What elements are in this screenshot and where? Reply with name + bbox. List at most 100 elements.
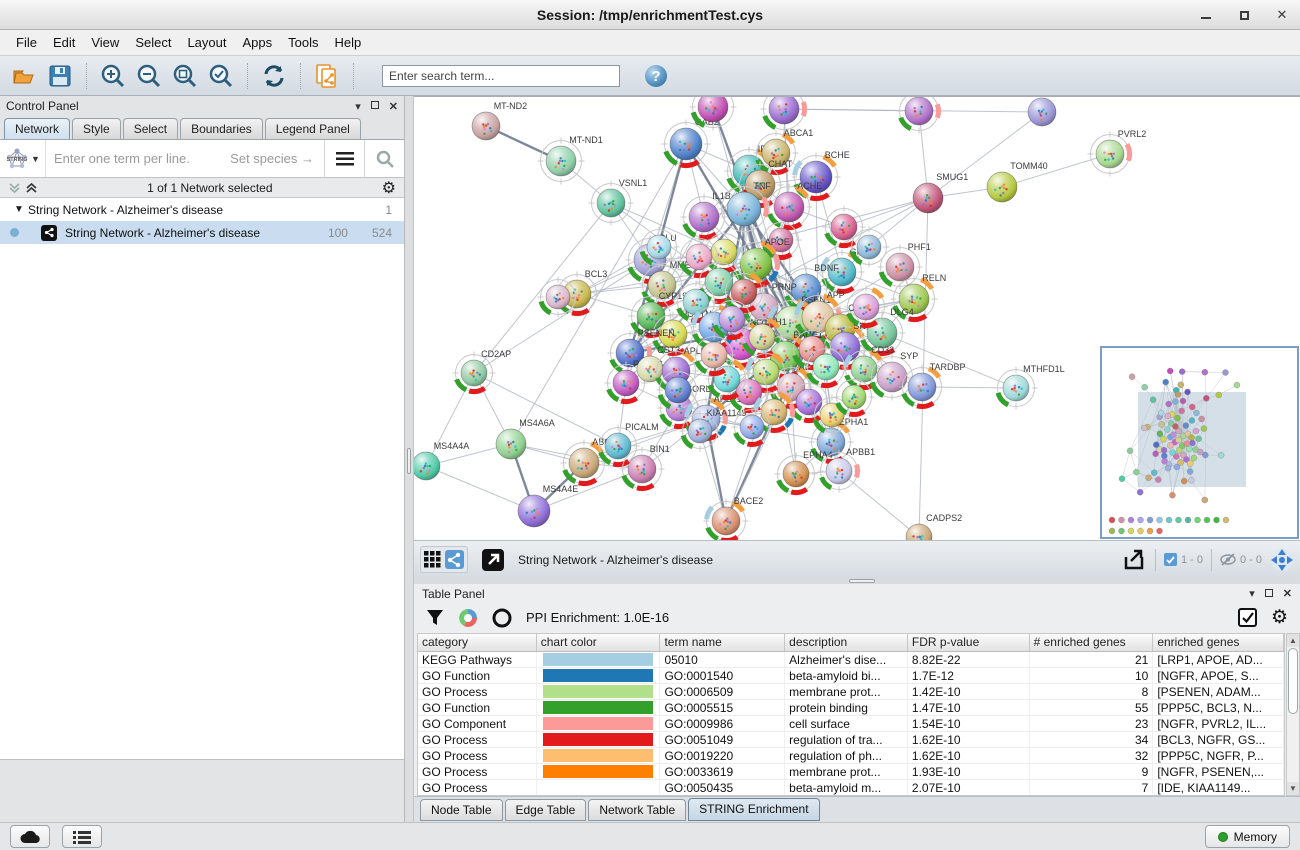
search-input[interactable] — [382, 65, 620, 87]
network-node-BACE2[interactable]: BACE2 — [704, 496, 764, 540]
maximize-button[interactable] — [1236, 7, 1252, 23]
network-node-CADPS2[interactable]: CADPS2 — [906, 513, 962, 540]
open-session-icon[interactable] — [10, 62, 38, 90]
network-from-file-icon[interactable] — [313, 62, 341, 90]
menu-edit[interactable]: Edit — [45, 32, 83, 53]
export-network-icon[interactable] — [1123, 549, 1147, 571]
network-node-PVRL2[interactable]: PVRL2 — [1088, 129, 1147, 177]
expand-all-icon[interactable] — [25, 181, 38, 195]
network-node-TARDBP[interactable]: TARDBP — [900, 362, 966, 410]
table-row[interactable]: GO FunctionGO:0001540beta-amyloid bi...1… — [418, 668, 1284, 684]
network-node-TOMM40[interactable]: TOMM40 — [987, 161, 1048, 202]
column-header-description[interactable]: description — [785, 634, 908, 651]
network-node-EPHA4[interactable]: EPHA4 — [775, 450, 833, 496]
tab-network-table[interactable]: Network Table — [588, 799, 686, 821]
column-header-FDR-p-value[interactable]: FDR p-value — [908, 634, 1030, 651]
help-icon[interactable]: ? — [642, 62, 670, 90]
float-panel-icon[interactable] — [371, 100, 379, 112]
tab-edge-table[interactable]: Edge Table — [505, 799, 587, 821]
string-logo-dropdown[interactable]: STRING ▼ — [0, 140, 46, 177]
table-row[interactable]: GO ProcessGO:0050435beta-amyloid m...2.0… — [418, 780, 1284, 796]
close-panel-icon[interactable]: ✕ — [1283, 587, 1292, 600]
tab-network[interactable]: Network — [4, 118, 70, 139]
network-node-MT-ND2[interactable]: MT-ND2 — [472, 101, 527, 140]
pie-chart-icon[interactable] — [458, 608, 478, 628]
column-header--enriched-genes[interactable]: # enriched genes — [1030, 634, 1154, 651]
network-node-VSNL1[interactable]: VSNL1 — [589, 178, 648, 226]
enrichment-table[interactable]: categorychart colorterm namedescriptionF… — [417, 633, 1285, 796]
ring-chart-icon[interactable] — [492, 608, 512, 628]
table-row[interactable]: GO ProcessGO:0033619membrane prot...1.93… — [418, 764, 1284, 780]
table-row[interactable]: GO ComponentGO:0009986cell surface1.54E-… — [418, 716, 1284, 732]
network-tree-row[interactable]: String Network - Alzheimer's disease1005… — [0, 221, 404, 244]
navigator-compass-icon[interactable] — [1270, 548, 1294, 572]
network-node-MT-ND1[interactable]: MT-ND1 — [538, 135, 603, 185]
birds-eye-view[interactable] — [1100, 346, 1299, 539]
zoom-selected-icon[interactable] — [207, 62, 235, 90]
menu-apps[interactable]: Apps — [235, 32, 281, 53]
column-header-category[interactable]: category — [418, 634, 537, 651]
network-tree-row[interactable]: ▼String Network - Alzheimer's disease1 — [0, 198, 404, 221]
menu-layout[interactable]: Layout — [179, 32, 234, 53]
scroll-down-icon[interactable]: ▼ — [1287, 782, 1299, 795]
scrollbar-thumb[interactable] — [1288, 648, 1298, 714]
select-rows-icon[interactable] — [1238, 608, 1257, 627]
tab-string-enrichment[interactable]: STRING Enrichment — [688, 798, 819, 821]
network-share-icon[interactable] — [445, 550, 464, 569]
menu-select[interactable]: Select — [127, 32, 179, 53]
tab-style[interactable]: Style — [72, 118, 121, 139]
network-options-gear-icon[interactable]: ⚙ — [382, 178, 396, 198]
tab-node-table[interactable]: Node Table — [420, 799, 503, 821]
tab-select[interactable]: Select — [123, 118, 178, 139]
table-cell: GO:0005515 — [660, 700, 785, 715]
network-node-MS4A4A[interactable]: MS4A4A — [414, 441, 469, 480]
menu-view[interactable]: View — [83, 32, 127, 53]
column-header-term-name[interactable]: term name — [660, 634, 785, 651]
cloud-tasks-button[interactable] — [10, 825, 50, 848]
float-panel-icon[interactable] — [1265, 588, 1273, 600]
string-query-input[interactable] — [46, 140, 324, 177]
string-search-icon[interactable] — [364, 140, 404, 177]
close-panel-icon[interactable]: ✕ — [389, 100, 398, 113]
open-in-window-icon[interactable] — [482, 549, 504, 571]
scroll-up-icon[interactable]: ▲ — [1287, 634, 1299, 647]
table-scrollbar[interactable]: ▲ ▼ — [1286, 633, 1300, 796]
close-button[interactable]: ✕ — [1274, 7, 1290, 23]
panel-menu-icon[interactable]: ▾ — [1249, 587, 1255, 600]
tab-boundaries[interactable]: Boundaries — [180, 118, 263, 139]
panel-menu-icon[interactable]: ▾ — [355, 100, 361, 113]
network-node-SMUG1[interactable]: SMUG1 — [913, 172, 968, 213]
table-settings-gear-icon[interactable]: ⚙ — [1271, 606, 1288, 629]
filter-icon[interactable] — [426, 609, 444, 627]
menu-file[interactable]: File — [8, 32, 45, 53]
zoom-in-icon[interactable] — [99, 62, 127, 90]
tree-collapse-icon[interactable]: ▼ — [14, 204, 28, 215]
table-row[interactable]: GO ProcessGO:0051049regulation of tra...… — [418, 732, 1284, 748]
grid-view-icon[interactable] — [424, 551, 441, 568]
string-options-icon[interactable] — [324, 140, 364, 177]
collapse-all-icon[interactable] — [8, 181, 21, 195]
column-header-enriched-genes[interactable]: enriched genes — [1153, 634, 1284, 651]
table-row[interactable]: GO ProcessGO:0019220regulation of ph...1… — [418, 748, 1284, 764]
save-session-icon[interactable] — [46, 62, 74, 90]
zoom-out-icon[interactable] — [135, 62, 163, 90]
table-row[interactable]: GO ProcessGO:0006509membrane prot...1.42… — [418, 684, 1284, 700]
network-node-MTHFD1L[interactable]: MTHFD1L — [995, 364, 1065, 410]
main-toolbar: ? — [0, 56, 1300, 96]
minimize-button[interactable] — [1198, 7, 1214, 23]
column-header-chart-color[interactable]: chart color — [537, 634, 661, 651]
table-row[interactable]: KEGG Pathways05010Alzheimer's dise...8.8… — [418, 652, 1284, 668]
menu-help[interactable]: Help — [327, 32, 370, 53]
network-view[interactable]: MT-ND2MT-ND1VSNL1GAB2IRS1ABCA1CHATBCHEIL… — [414, 96, 1300, 540]
table-row[interactable]: GO FunctionGO:0005515protein binding1.47… — [418, 700, 1284, 716]
vertical-splitter[interactable] — [405, 96, 414, 822]
tab-legend-panel[interactable]: Legend Panel — [265, 118, 361, 139]
refresh-icon[interactable] — [260, 62, 288, 90]
network-node-ADAMTS2[interactable]: ADAMTS2 — [1028, 97, 1092, 126]
zoom-fit-icon[interactable] — [171, 62, 199, 90]
memory-button[interactable]: Memory — [1205, 825, 1290, 848]
task-list-button[interactable] — [62, 825, 102, 848]
network-node[interactable] — [897, 97, 942, 134]
menu-tools[interactable]: Tools — [280, 32, 326, 53]
svg-text:PRNP: PRNP — [772, 282, 797, 292]
